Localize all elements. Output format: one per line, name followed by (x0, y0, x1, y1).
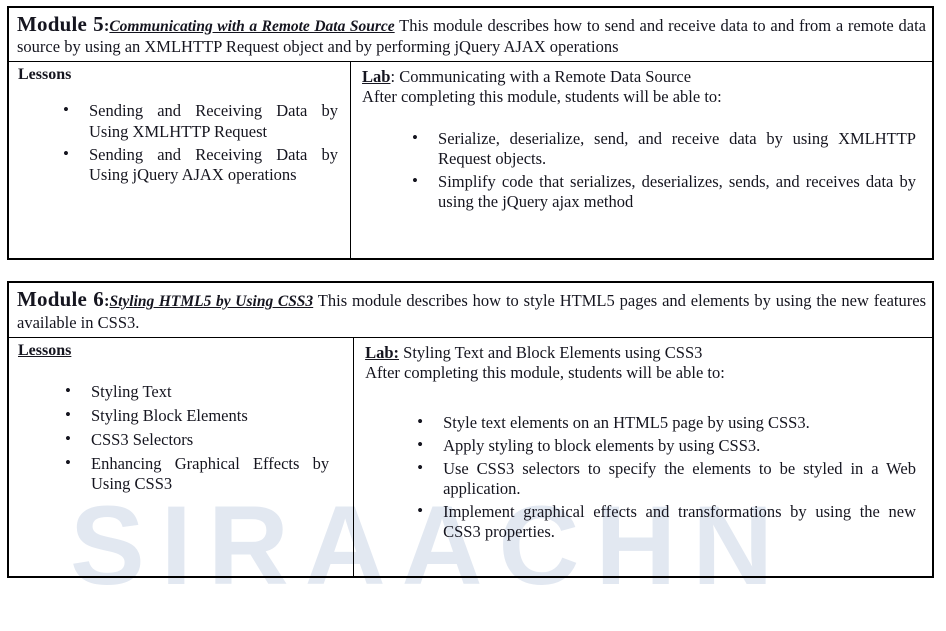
module-6-lab-intro: After completing this module, students w… (365, 362, 725, 382)
module-block-6: Module 6:Styling HTML5 by Using CSS3 Thi… (7, 281, 934, 578)
list-item: Implement graphical effects and transfor… (417, 501, 916, 542)
module-6-lessons-column: Lessons Styling Text Styling Block Eleme… (9, 337, 355, 576)
module-6-lab-column: Lab: Styling Text and Block Elements usi… (354, 338, 932, 576)
module-5-lessons-heading: Lessons (18, 66, 72, 84)
module-6-body: Lessons Styling Text Styling Block Eleme… (9, 337, 932, 576)
list-item: Styling Text (65, 381, 329, 402)
module-5-lessons-column: Lessons Sending and Receiving Data by Us… (9, 62, 352, 259)
module-5-objectives-list: Serialize, deserialize, send, and receiv… (412, 128, 922, 213)
module-5-title: Communicating with a Remote Data Source (109, 18, 395, 35)
module-6-lessons-heading: Lessons (18, 341, 72, 359)
module-5-lab-intro: After completing this module, students w… (362, 87, 722, 107)
list-item: Use CSS3 selectors to specify the elemen… (417, 458, 916, 499)
module-5-lessons-list: Sending and Receiving Data by Using XMLH… (63, 100, 342, 185)
list-item: Enhancing Graphical Effects by Using CSS… (65, 453, 329, 494)
list-item: Simplify code that serializes, deseriali… (412, 171, 916, 212)
module-block-5: Module 5:Communicating with a Remote Dat… (7, 6, 934, 261)
list-item: Apply styling to block elements by using… (417, 435, 916, 456)
module-6-lab-title-line: Lab: Styling Text and Block Elements usi… (365, 343, 922, 363)
list-item: Sending and Receiving Data by Using XMLH… (63, 100, 338, 141)
module-6-label: Module 6 (17, 287, 104, 312)
module-6-title: Styling HTML5 by Using CSS3 (109, 293, 314, 311)
module-6-lab-title: Styling Text and Block Elements using CS… (403, 342, 703, 362)
module-5-body: Lessons Sending and Receiving Data by Us… (9, 62, 932, 259)
module-5-lab-separator: : (390, 67, 400, 87)
module-5-lab-tag: Lab (362, 67, 391, 87)
list-item: Sending and Receiving Data by Using jQue… (63, 144, 338, 185)
module-6-lab-tag: Lab: (365, 342, 400, 362)
list-item: Serialize, deserialize, send, and receiv… (412, 128, 916, 169)
list-item: Styling Block Elements (65, 405, 329, 426)
module-5-heading: Module 5:Communicating with a Remote Dat… (9, 8, 932, 63)
module-5-lab-title-line: Lab: Communicating with a Remote Data So… (362, 67, 922, 87)
list-item: Style text elements on an HTML5 page by … (417, 412, 916, 433)
module-6-objectives-list: Style text elements on an HTML5 page by … (417, 412, 922, 543)
module-5-lab-column: Lab: Communicating with a Remote Data So… (351, 62, 932, 258)
document-page: Module 5:Communicating with a Remote Dat… (0, 0, 946, 578)
list-item: CSS3 Selectors (65, 429, 329, 450)
module-5-lab-title: Communicating with a Remote Data Source (399, 67, 692, 87)
module-6-lessons-list: Styling Text Styling Block Elements CSS3… (65, 381, 345, 495)
module-6-heading: Module 6:Styling HTML5 by Using CSS3 Thi… (9, 283, 932, 338)
module-5-label: Module 5 (17, 12, 104, 36)
